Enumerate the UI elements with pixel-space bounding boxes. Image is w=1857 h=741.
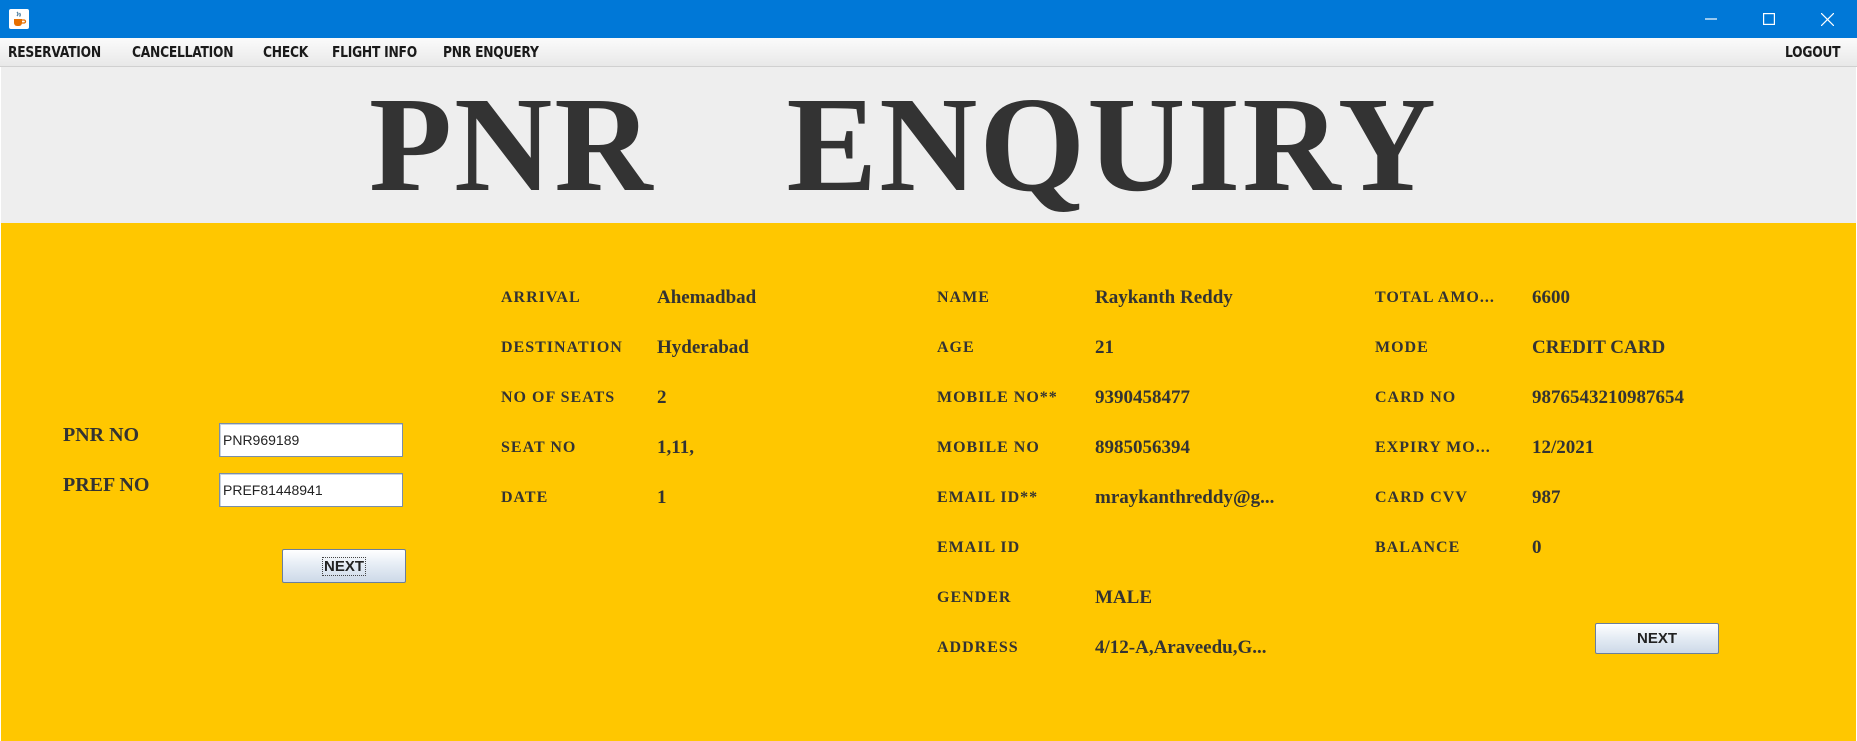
name-value: Raykanth Reddy (1095, 287, 1233, 308)
window-titlebar (0, 0, 1857, 38)
mode-label: MODE (1375, 339, 1429, 356)
pnr-next-button[interactable]: NEXT (282, 549, 406, 583)
mobile-primary-label: MOBILE NO** (937, 389, 1058, 406)
page-title: PNR ENQUIRY (368, 70, 1438, 220)
arrival-label: ARRIVAL (501, 289, 581, 306)
minimize-icon (1705, 18, 1717, 20)
pref-input[interactable]: PREF81448941 (219, 473, 403, 507)
pref-label: PREF NO (63, 474, 150, 496)
total-amount-label: TOTAL AMO... (1375, 289, 1495, 306)
mobile-label: MOBILE NO (937, 439, 1040, 456)
close-button[interactable] (1798, 0, 1856, 38)
seat-no-label: SEAT NO (501, 439, 577, 456)
seats-label: NO OF SEATS (501, 389, 616, 406)
menu-bar: RESERVATION CANCELLATION CHECK FLIGHT IN… (0, 38, 1857, 67)
menu-pnr-enquery[interactable]: PNR ENQUERY (443, 43, 539, 61)
menu-check[interactable]: CHECK (263, 43, 308, 61)
card-cvv-value: 987 (1532, 487, 1561, 508)
age-label: AGE (937, 339, 975, 356)
main-panel: PNR NO PNR969189 PREF NO PREF81448941 NE… (1, 223, 1856, 741)
card-no-value: 9876543210987654 (1532, 387, 1684, 408)
balance-label: BALANCE (1375, 539, 1461, 556)
date-label: DATE (501, 489, 549, 506)
email-label: EMAIL ID (937, 539, 1021, 556)
email-primary-value: mraykanthreddy@g... (1095, 487, 1275, 508)
menu-logout[interactable]: LOGOUT (1785, 43, 1841, 61)
close-icon (1820, 12, 1834, 26)
maximize-button[interactable] (1740, 0, 1798, 38)
date-value: 1 (657, 487, 667, 508)
gender-value: MALE (1095, 587, 1152, 608)
mode-value: CREDIT CARD (1532, 337, 1666, 358)
destination-value: Hyderabad (657, 337, 749, 358)
seats-value: 2 (657, 387, 667, 408)
destination-label: DESTINATION (501, 339, 623, 356)
expiry-label: EXPIRY MO... (1375, 439, 1491, 456)
name-label: NAME (937, 289, 990, 306)
expiry-value: 12/2021 (1532, 437, 1595, 458)
java-cup-icon (9, 9, 29, 29)
total-amount-value: 6600 (1532, 287, 1570, 308)
menu-flight-info[interactable]: FLIGHT INFO (332, 43, 417, 61)
pnr-input[interactable]: PNR969189 (219, 423, 403, 457)
menu-reservation[interactable]: RESERVATION (8, 43, 101, 61)
email-primary-label: EMAIL ID** (937, 489, 1039, 506)
address-value: 4/12-A,Araveedu,G... (1095, 637, 1267, 658)
card-cvv-label: CARD CVV (1375, 489, 1468, 506)
maximize-icon (1763, 13, 1775, 25)
seat-no-value: 1,11, (657, 437, 694, 458)
payment-next-button[interactable]: NEXT (1595, 623, 1719, 654)
pnr-label: PNR NO (63, 424, 140, 446)
age-value: 21 (1095, 337, 1114, 358)
header-banner: PNR ENQUIRY (1, 67, 1856, 223)
next-button-label: NEXT (321, 556, 366, 576)
minimize-button[interactable] (1682, 0, 1740, 38)
balance-value: 0 (1532, 537, 1542, 558)
arrival-value: Ahemadbad (657, 287, 757, 308)
gender-label: GENDER (937, 589, 1012, 606)
menu-cancellation[interactable]: CANCELLATION (132, 43, 234, 61)
address-label: ADDRESS (937, 639, 1019, 656)
mobile-primary-value: 9390458477 (1095, 387, 1190, 408)
card-no-label: CARD NO (1375, 389, 1457, 406)
mobile-value: 8985056394 (1095, 437, 1190, 458)
